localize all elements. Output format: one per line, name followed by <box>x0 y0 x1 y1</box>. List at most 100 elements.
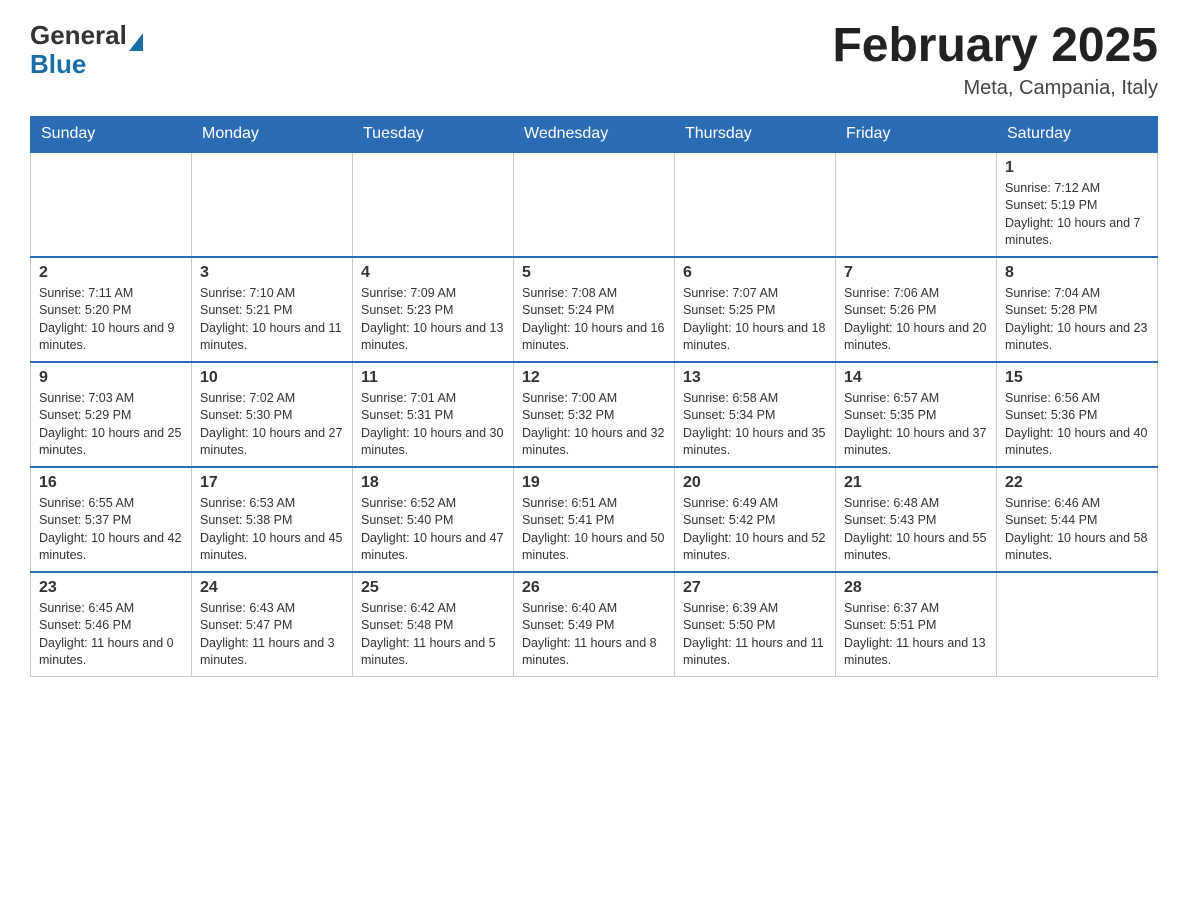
day-number: 13 <box>683 369 827 387</box>
calendar-cell <box>675 152 836 257</box>
calendar-cell: 25 Sunrise: 6:42 AM Sunset: 5:48 PM Dayli… <box>353 572 514 677</box>
weekday-header-wednesday: Wednesday <box>514 116 675 152</box>
day-info: Sunrise: 6:39 AM Sunset: 5:50 PM Dayligh… <box>683 600 827 670</box>
day-number: 8 <box>1005 264 1149 282</box>
day-info: Sunrise: 7:08 AM Sunset: 5:24 PM Dayligh… <box>522 285 666 355</box>
calendar-cell: 17 Sunrise: 6:53 AM Sunset: 5:38 PM Dayli… <box>192 467 353 572</box>
day-number: 1 <box>1005 159 1149 177</box>
calendar-cell: 5Sunrise: 7:08 AM Sunset: 5:24 PM Daylig… <box>514 257 675 362</box>
calendar-cell: 4Sunrise: 7:09 AM Sunset: 5:23 PM Daylig… <box>353 257 514 362</box>
weekday-header-friday: Friday <box>836 116 997 152</box>
day-info: Sunrise: 6:58 AM Sunset: 5:34 PM Dayligh… <box>683 390 827 460</box>
calendar-cell <box>836 152 997 257</box>
day-number: 14 <box>844 369 988 387</box>
day-info: Sunrise: 6:57 AM Sunset: 5:35 PM Dayligh… <box>844 390 988 460</box>
day-info: Sunrise: 6:40 AM Sunset: 5:49 PM Dayligh… <box>522 600 666 670</box>
calendar-cell: 21Sunrise: 6:48 AM Sunset: 5:43 PM Dayli… <box>836 467 997 572</box>
day-number: 20 <box>683 474 827 492</box>
weekday-header-row: SundayMondayTuesdayWednesdayThursdayFrid… <box>31 116 1158 152</box>
weekday-header-sunday: Sunday <box>31 116 192 152</box>
logo-blue-text: Blue <box>30 51 143 77</box>
calendar-week-row: 2 Sunrise: 7:11 AM Sunset: 5:20 PM Daylig… <box>31 257 1158 362</box>
day-number: 26 <box>522 579 666 597</box>
day-info: Sunrise: 6:55 AM Sunset: 5:37 PM Dayligh… <box>39 495 183 565</box>
day-info: Sunrise: 6:46 AM Sunset: 5:44 PM Dayligh… <box>1005 495 1149 565</box>
calendar-cell <box>192 152 353 257</box>
calendar-week-row: 9 Sunrise: 7:03 AM Sunset: 5:29 PM Daylig… <box>31 362 1158 467</box>
day-info: Sunrise: 7:03 AM Sunset: 5:29 PM Dayligh… <box>39 390 183 460</box>
calendar-cell: 2 Sunrise: 7:11 AM Sunset: 5:20 PM Daylig… <box>31 257 192 362</box>
title-block: February 2025 Meta, Campania, Italy <box>832 20 1158 100</box>
day-info: Sunrise: 7:07 AM Sunset: 5:25 PM Dayligh… <box>683 285 827 355</box>
day-number: 25 <box>361 579 505 597</box>
day-number: 2 <box>39 264 183 282</box>
day-info: Sunrise: 7:06 AM Sunset: 5:26 PM Dayligh… <box>844 285 988 355</box>
day-number: 6 <box>683 264 827 282</box>
day-info: Sunrise: 6:45 AM Sunset: 5:46 PM Dayligh… <box>39 600 183 670</box>
calendar-cell: 23 Sunrise: 6:45 AM Sunset: 5:46 PM Dayli… <box>31 572 192 677</box>
location-subtitle: Meta, Campania, Italy <box>832 77 1158 100</box>
day-number: 17 <box>200 474 344 492</box>
day-info: Sunrise: 7:00 AM Sunset: 5:32 PM Dayligh… <box>522 390 666 460</box>
calendar-cell: 11 Sunrise: 7:01 AM Sunset: 5:31 PM Dayli… <box>353 362 514 467</box>
day-info: Sunrise: 7:01 AM Sunset: 5:31 PM Dayligh… <box>361 390 505 460</box>
calendar-cell: 22 Sunrise: 6:46 AM Sunset: 5:44 PM Dayli… <box>997 467 1158 572</box>
calendar-cell: 14 Sunrise: 6:57 AM Sunset: 5:35 PM Dayli… <box>836 362 997 467</box>
calendar-cell <box>514 152 675 257</box>
calendar-cell: 28 Sunrise: 6:37 AM Sunset: 5:51 PM Dayli… <box>836 572 997 677</box>
calendar-cell: 7 Sunrise: 7:06 AM Sunset: 5:26 PM Daylig… <box>836 257 997 362</box>
day-info: Sunrise: 7:04 AM Sunset: 5:28 PM Dayligh… <box>1005 285 1149 355</box>
weekday-header-saturday: Saturday <box>997 116 1158 152</box>
day-number: 9 <box>39 369 183 387</box>
day-number: 27 <box>683 579 827 597</box>
calendar-cell: 6 Sunrise: 7:07 AM Sunset: 5:25 PM Daylig… <box>675 257 836 362</box>
calendar-cell: 27 Sunrise: 6:39 AM Sunset: 5:50 PM Dayli… <box>675 572 836 677</box>
day-info: Sunrise: 7:11 AM Sunset: 5:20 PM Dayligh… <box>39 285 183 355</box>
logo: General Blue <box>30 20 143 77</box>
day-info: Sunrise: 7:10 AM Sunset: 5:21 PM Dayligh… <box>200 285 344 355</box>
calendar-cell: 24Sunrise: 6:43 AM Sunset: 5:47 PM Dayli… <box>192 572 353 677</box>
page-header: General Blue February 2025 Meta, Campani… <box>30 20 1158 100</box>
day-number: 7 <box>844 264 988 282</box>
month-title: February 2025 <box>832 20 1158 73</box>
day-number: 4 <box>361 264 505 282</box>
day-number: 15 <box>1005 369 1149 387</box>
calendar-week-row: 1 Sunrise: 7:12 AM Sunset: 5:19 PM Daylig… <box>31 152 1158 257</box>
day-number: 28 <box>844 579 988 597</box>
calendar-week-row: 23 Sunrise: 6:45 AM Sunset: 5:46 PM Dayli… <box>31 572 1158 677</box>
calendar-cell <box>353 152 514 257</box>
day-info: Sunrise: 6:43 AM Sunset: 5:47 PM Dayligh… <box>200 600 344 670</box>
day-number: 22 <box>1005 474 1149 492</box>
day-info: Sunrise: 7:02 AM Sunset: 5:30 PM Dayligh… <box>200 390 344 460</box>
day-info: Sunrise: 6:53 AM Sunset: 5:38 PM Dayligh… <box>200 495 344 565</box>
day-info: Sunrise: 6:37 AM Sunset: 5:51 PM Dayligh… <box>844 600 988 670</box>
weekday-header-tuesday: Tuesday <box>353 116 514 152</box>
day-number: 10 <box>200 369 344 387</box>
day-info: Sunrise: 6:56 AM Sunset: 5:36 PM Dayligh… <box>1005 390 1149 460</box>
calendar-cell: 13 Sunrise: 6:58 AM Sunset: 5:34 PM Dayli… <box>675 362 836 467</box>
day-number: 16 <box>39 474 183 492</box>
calendar-cell <box>31 152 192 257</box>
day-info: Sunrise: 6:52 AM Sunset: 5:40 PM Dayligh… <box>361 495 505 565</box>
day-info: Sunrise: 6:49 AM Sunset: 5:42 PM Dayligh… <box>683 495 827 565</box>
day-info: Sunrise: 6:42 AM Sunset: 5:48 PM Dayligh… <box>361 600 505 670</box>
day-number: 21 <box>844 474 988 492</box>
calendar-week-row: 16 Sunrise: 6:55 AM Sunset: 5:37 PM Dayli… <box>31 467 1158 572</box>
day-number: 12 <box>522 369 666 387</box>
calendar-table: SundayMondayTuesdayWednesdayThursdayFrid… <box>30 116 1158 677</box>
calendar-cell: 10 Sunrise: 7:02 AM Sunset: 5:30 PM Dayli… <box>192 362 353 467</box>
day-number: 11 <box>361 369 505 387</box>
calendar-cell: 26 Sunrise: 6:40 AM Sunset: 5:49 PM Dayli… <box>514 572 675 677</box>
calendar-cell: 15 Sunrise: 6:56 AM Sunset: 5:36 PM Dayli… <box>997 362 1158 467</box>
calendar-cell: 20 Sunrise: 6:49 AM Sunset: 5:42 PM Dayli… <box>675 467 836 572</box>
day-number: 19 <box>522 474 666 492</box>
calendar-cell <box>997 572 1158 677</box>
calendar-cell: 16 Sunrise: 6:55 AM Sunset: 5:37 PM Dayli… <box>31 467 192 572</box>
day-info: Sunrise: 7:12 AM Sunset: 5:19 PM Dayligh… <box>1005 180 1149 250</box>
day-number: 23 <box>39 579 183 597</box>
calendar-cell: 12 Sunrise: 7:00 AM Sunset: 5:32 PM Dayli… <box>514 362 675 467</box>
calendar-cell: 1 Sunrise: 7:12 AM Sunset: 5:19 PM Daylig… <box>997 152 1158 257</box>
weekday-header-thursday: Thursday <box>675 116 836 152</box>
weekday-header-monday: Monday <box>192 116 353 152</box>
calendar-cell: 3Sunrise: 7:10 AM Sunset: 5:21 PM Daylig… <box>192 257 353 362</box>
